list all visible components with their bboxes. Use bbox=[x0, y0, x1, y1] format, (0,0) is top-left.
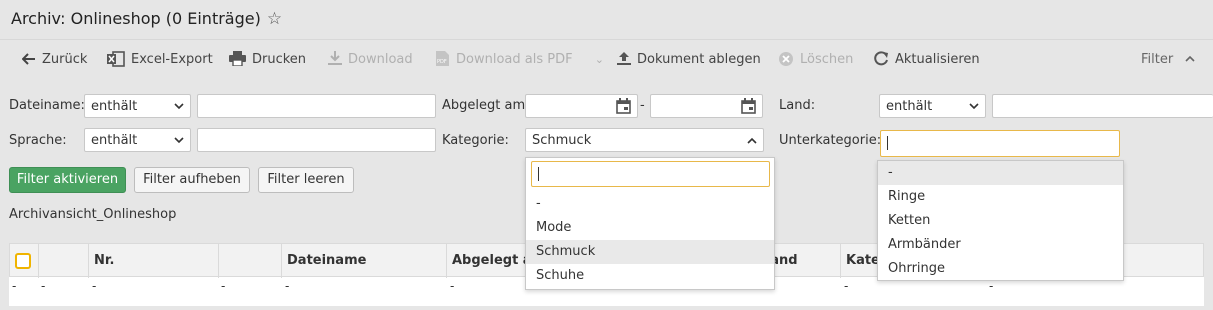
unterkategorie-input[interactable] bbox=[880, 130, 1120, 157]
printer-icon bbox=[229, 51, 246, 67]
land-mode-select[interactable]: enthält bbox=[879, 94, 986, 118]
land-input[interactable] bbox=[992, 94, 1213, 118]
filter-clear-button[interactable]: Filter leeren bbox=[258, 167, 354, 193]
view-name: Archivansicht_Onlineshop bbox=[9, 207, 177, 222]
unterkategorie-option[interactable]: Ringe bbox=[878, 185, 1123, 209]
kategorie-option-selected[interactable]: Schmuck bbox=[526, 240, 774, 264]
download-label: Download bbox=[348, 52, 413, 67]
date-from-input[interactable] bbox=[525, 94, 638, 118]
refresh-icon bbox=[874, 51, 888, 66]
column-header-nr[interactable]: Nr. bbox=[88, 244, 218, 278]
kategorie-label: Kategorie: bbox=[442, 133, 509, 148]
refresh-label: Aktualisieren bbox=[895, 52, 980, 67]
table-cell: - bbox=[450, 279, 455, 293]
refresh-button[interactable]: Aktualisieren bbox=[874, 40, 980, 80]
chevron-up-icon bbox=[1185, 55, 1195, 62]
pdf-icon: PDF bbox=[436, 51, 449, 66]
print-button[interactable]: Drucken bbox=[229, 40, 306, 80]
table-cell: - bbox=[989, 279, 994, 293]
filter-activate-button[interactable]: Filter aktivieren bbox=[9, 167, 126, 193]
unterkategorie-option[interactable]: Ketten bbox=[878, 209, 1123, 233]
upload-document-label: Dokument ablegen bbox=[637, 52, 761, 67]
kategorie-search-input[interactable] bbox=[531, 161, 770, 187]
dateiname-input[interactable] bbox=[197, 94, 436, 118]
print-label: Drucken bbox=[252, 52, 307, 67]
dateiname-mode-value: enthält bbox=[91, 99, 138, 114]
table-cell: - bbox=[285, 279, 290, 293]
select-all-checkbox[interactable] bbox=[15, 253, 31, 269]
download-button[interactable]: Download bbox=[328, 40, 413, 80]
kategorie-option[interactable]: - bbox=[526, 192, 774, 216]
page-title-text: Archiv: Onlineshop (0 Einträge) bbox=[11, 9, 261, 28]
kategorie-select[interactable]: Schmuck bbox=[525, 128, 764, 152]
column-header-empty bbox=[38, 244, 88, 278]
chevron-down-icon[interactable]: ⌄ bbox=[595, 53, 604, 66]
unterkategorie-dropdown: - Ringe Ketten Armbänder Ohrringe bbox=[877, 160, 1124, 281]
table-cell: - bbox=[221, 279, 226, 293]
delete-button[interactable]: Löschen bbox=[778, 40, 853, 80]
delete-label: Löschen bbox=[800, 52, 854, 67]
table-cell: - bbox=[92, 279, 97, 293]
column-header-dateiname[interactable]: Dateiname bbox=[281, 244, 446, 278]
chevron-down-icon bbox=[969, 103, 979, 110]
excel-export-button[interactable]: Excel-Export bbox=[107, 40, 213, 80]
kategorie-option[interactable]: Mode bbox=[526, 216, 774, 240]
sprache-mode-value: enthält bbox=[91, 133, 138, 148]
dateiname-label: Dateiname: bbox=[9, 98, 85, 113]
land-mode-value: enthält bbox=[886, 99, 933, 114]
chevron-up-icon bbox=[747, 137, 757, 144]
download-icon bbox=[328, 51, 342, 65]
date-separator: - bbox=[640, 98, 645, 113]
sprache-input[interactable] bbox=[197, 128, 436, 152]
kategorie-option[interactable]: Schuhe bbox=[526, 264, 774, 288]
page-title: Archiv: Onlineshop (0 Einträge) ☆ bbox=[11, 9, 282, 29]
download-pdf-label: Download als PDF bbox=[456, 52, 573, 67]
unterkategorie-option[interactable]: Armbänder bbox=[878, 233, 1123, 257]
sprache-label: Sprache: bbox=[9, 133, 67, 148]
abgelegt-label: Abgelegt am: bbox=[442, 98, 530, 113]
excel-icon bbox=[107, 50, 125, 67]
table-cell: - bbox=[844, 279, 849, 293]
excel-export-label: Excel-Export bbox=[131, 52, 213, 67]
delete-circle-icon bbox=[779, 51, 793, 66]
back-button[interactable]: Zurück bbox=[21, 40, 88, 80]
unterkategorie-label: Unterkategorie: bbox=[779, 133, 882, 148]
table-cell: - bbox=[41, 279, 46, 293]
dateiname-mode-select[interactable]: enthält bbox=[84, 94, 191, 118]
text-cursor bbox=[538, 167, 539, 181]
filter-toggle[interactable]: Filter bbox=[1141, 40, 1195, 80]
column-header-empty-2 bbox=[218, 244, 281, 278]
sprache-mode-select[interactable]: enthält bbox=[84, 128, 191, 152]
land-label: Land: bbox=[779, 98, 816, 113]
kategorie-dropdown: - Mode Schmuck Schuhe bbox=[525, 157, 775, 290]
toolbar: Zurück Excel-Export Drucken Download PDF… bbox=[0, 39, 1213, 80]
date-to-input[interactable] bbox=[650, 94, 763, 118]
unterkategorie-option[interactable]: Ohrringe bbox=[878, 257, 1123, 281]
table-cell: - bbox=[12, 279, 17, 293]
star-outline-icon[interactable]: ☆ bbox=[267, 9, 282, 29]
back-label: Zurück bbox=[42, 52, 88, 67]
chevron-down-icon bbox=[174, 137, 184, 144]
calendar-icon[interactable] bbox=[741, 98, 756, 114]
calendar-icon[interactable] bbox=[616, 98, 631, 114]
svg-text:PDF: PDF bbox=[437, 59, 447, 65]
filter-toggle-label: Filter bbox=[1141, 52, 1174, 67]
filter-remove-button[interactable]: Filter aufheben bbox=[134, 167, 250, 193]
arrow-left-icon bbox=[21, 52, 35, 65]
unterkategorie-option-highlighted[interactable]: - bbox=[878, 161, 1123, 185]
chevron-down-icon bbox=[174, 103, 184, 110]
text-cursor bbox=[887, 136, 888, 150]
kategorie-value: Schmuck bbox=[532, 133, 592, 148]
download-pdf-button[interactable]: PDF Download als PDF ⌄ bbox=[435, 40, 604, 80]
upload-icon bbox=[617, 52, 631, 65]
upload-document-button[interactable]: Dokument ablegen bbox=[617, 40, 761, 80]
